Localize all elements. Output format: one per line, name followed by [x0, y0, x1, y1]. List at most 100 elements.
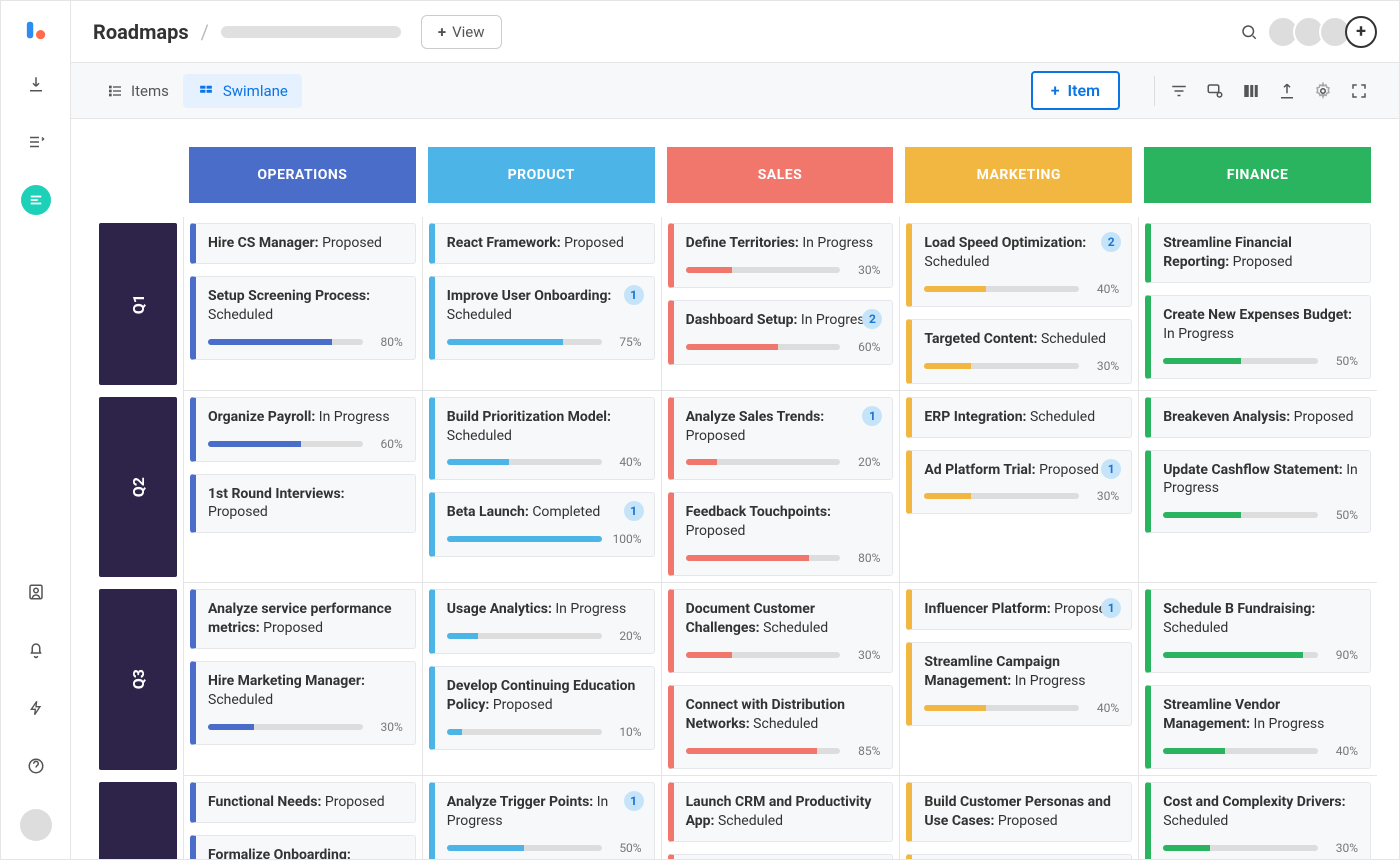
card-title: Build Customer Personas and Use Cases: P… [924, 793, 1119, 831]
fullscreen-icon[interactable] [1341, 73, 1377, 109]
card-title: Analyze Trigger Points: In Progress [447, 793, 642, 831]
card[interactable]: Influencer Platform: Proposed1 [906, 589, 1132, 630]
column-header-sales[interactable]: SALES [667, 147, 894, 203]
row-header[interactable]: Q4 [99, 782, 177, 859]
card[interactable]: Functional Needs: Proposed [190, 782, 416, 823]
card[interactable]: React Framework: Proposed [429, 223, 655, 264]
swimlane-cell: Cost and Complexity Drivers: Scheduled30… [1138, 776, 1377, 859]
row-header[interactable]: Q1 [99, 223, 177, 385]
card[interactable]: Usage Analytics: In Progress20% [429, 589, 655, 654]
card[interactable]: Build Prioritization Model: Scheduled40% [429, 397, 655, 481]
progress-row: 40% [924, 701, 1119, 715]
user-avatar[interactable] [20, 809, 52, 841]
card[interactable]: Ad Platform Trial: Proposed130% [906, 450, 1132, 515]
download-icon[interactable] [21, 69, 51, 99]
card-title: Connect with Distribution Networks: Sche… [686, 696, 881, 734]
export-icon[interactable] [1269, 73, 1305, 109]
card-title: Setup Screening Process: Scheduled [208, 287, 403, 325]
link-icon[interactable] [1197, 73, 1233, 109]
help-icon[interactable] [21, 751, 51, 781]
card[interactable]: Streamline Financial Reporting: Proposed [1145, 223, 1371, 283]
progress-row: 50% [447, 841, 642, 855]
swimlane-cell: Usage Analytics: In Progress20% Develop C… [422, 583, 661, 776]
columns-icon[interactable] [1233, 73, 1269, 109]
card[interactable]: Beta Launch: Completed1100% [429, 492, 655, 557]
column-header-fin[interactable]: FINANCE [1144, 147, 1371, 203]
card[interactable]: Streamline Vendor Management: In Progres… [1145, 685, 1371, 769]
card[interactable]: Create New Expenses Budget: In Progress5… [1145, 295, 1371, 379]
card[interactable]: Cost and Complexity Drivers: Scheduled30… [1145, 782, 1371, 859]
swimlane-cell: Schedule B Fundraising: Scheduled90% Stre… [1138, 583, 1377, 776]
tab-items[interactable]: Items [93, 74, 183, 108]
card[interactable]: Cold Calling on Lead Lists: Scheduled30% [668, 854, 894, 859]
list-icon[interactable] [21, 127, 51, 157]
progress-row: 75% [447, 335, 642, 349]
card[interactable]: Load Speed Optimization: Scheduled240% [906, 223, 1132, 307]
card[interactable]: Breakeven Analysis: Proposed [1145, 397, 1371, 438]
card[interactable]: Formalize Onboarding: Proposed10% [190, 835, 416, 859]
count-badge: 1 [624, 501, 644, 521]
progress-percent: 60% [848, 340, 880, 354]
card[interactable]: Targeted Content: Scheduled30% [906, 319, 1132, 384]
progress-bar [208, 724, 363, 730]
card[interactable]: Build Customer Personas and Use Cases: P… [906, 782, 1132, 842]
card[interactable]: 1st Round Interviews: Proposed [190, 474, 416, 534]
count-badge: 1 [624, 285, 644, 305]
row-header[interactable]: Q3 [99, 589, 177, 770]
swimlane-cell: Build Prioritization Model: Scheduled40%… [422, 391, 661, 584]
card[interactable]: Organize Payroll: In Progress60% [190, 397, 416, 462]
card[interactable]: Document Customer Challenges: Scheduled3… [668, 589, 894, 673]
card[interactable]: Organize Focus Group: Proposed [906, 854, 1132, 859]
card[interactable]: Analyze service performance metrics: Pro… [190, 589, 416, 649]
card[interactable]: Streamline Campaign Management: In Progr… [906, 642, 1132, 726]
column-header-prod[interactable]: PRODUCT [428, 147, 655, 203]
plus-icon: + [438, 23, 446, 41]
add-user-button[interactable]: + [1345, 16, 1377, 48]
view-button[interactable]: +View [421, 15, 502, 49]
header: Roadmaps / +View + [71, 1, 1399, 63]
card[interactable]: Dashboard Setup: In Progress260% [668, 300, 894, 365]
column-header-ops[interactable]: OPERATIONS [189, 147, 416, 203]
card-title: Analyze service performance metrics: Pro… [208, 600, 403, 638]
progress-bar [1163, 748, 1318, 754]
card[interactable]: Improve User Onboarding: Scheduled175% [429, 276, 655, 360]
card[interactable]: Connect with Distribution Networks: Sche… [668, 685, 894, 769]
bell-icon[interactable] [21, 635, 51, 665]
card[interactable]: Hire CS Manager: Proposed [190, 223, 416, 264]
card[interactable]: Launch CRM and Productivity App: Schedul… [668, 782, 894, 842]
contacts-icon[interactable] [21, 577, 51, 607]
filter-icon[interactable] [1161, 73, 1197, 109]
progress-row: 50% [1163, 508, 1358, 522]
progress-bar [686, 344, 841, 350]
search-icon[interactable] [1233, 16, 1265, 48]
progress-percent: 40% [610, 455, 642, 469]
progress-row: 30% [924, 489, 1119, 503]
column-header-mkt[interactable]: MARKETING [905, 147, 1132, 203]
row-header[interactable]: Q2 [99, 397, 177, 578]
card-title: Update Cashflow Statement: In Progress [1163, 461, 1358, 499]
card[interactable]: Develop Continuing Education Policy: Pro… [429, 666, 655, 750]
card[interactable]: Hire Marketing Manager: Scheduled30% [190, 661, 416, 745]
card[interactable]: ERP Integration: Scheduled [906, 397, 1132, 438]
add-item-button[interactable]: +Item [1031, 71, 1120, 110]
card-title: Beta Launch: Completed [447, 503, 642, 522]
card[interactable]: Setup Screening Process: Scheduled80% [190, 276, 416, 360]
progress-bar [447, 459, 602, 465]
card[interactable]: Schedule B Fundraising: Scheduled90% [1145, 589, 1371, 673]
card-title: 1st Round Interviews: Proposed [208, 485, 403, 523]
roadmap-name-placeholder[interactable] [221, 26, 401, 38]
tab-swimlane[interactable]: Swimlane [183, 74, 302, 108]
card[interactable]: Analyze Sales Trends: Proposed120% [668, 397, 894, 481]
bolt-icon[interactable] [21, 693, 51, 723]
progress-bar [924, 705, 1079, 711]
card-title: Cost and Complexity Drivers: Scheduled [1163, 793, 1358, 831]
card-title: Launch CRM and Productivity App: Schedul… [686, 793, 881, 831]
card[interactable]: Feedback Touchpoints: Proposed80% [668, 492, 894, 576]
card[interactable]: Define Territories: In Progress30% [668, 223, 894, 288]
progress-row: 40% [447, 455, 642, 469]
card[interactable]: Analyze Trigger Points: In Progress150% [429, 782, 655, 859]
roadmap-icon[interactable] [21, 185, 51, 215]
card[interactable]: Update Cashflow Statement: In Progress 50… [1145, 450, 1371, 534]
gear-icon[interactable] [1305, 73, 1341, 109]
card-title: Schedule B Fundraising: Scheduled [1163, 600, 1358, 638]
